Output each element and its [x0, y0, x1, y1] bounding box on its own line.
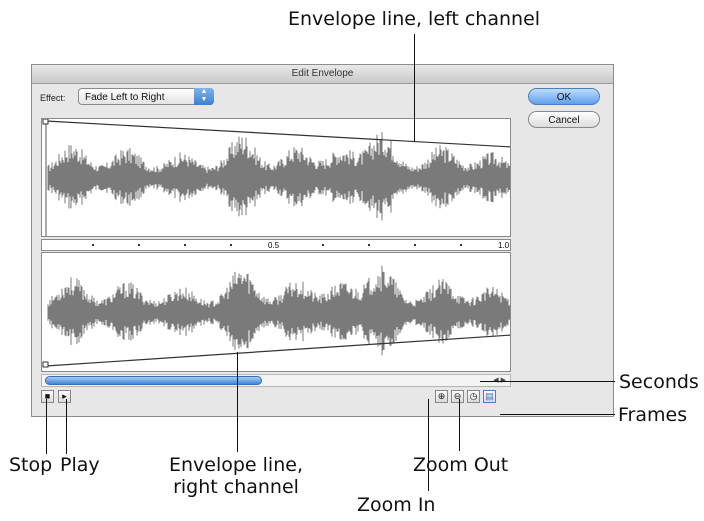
time-ruler: 0.5 1.0: [41, 239, 511, 251]
leader-play: [66, 399, 67, 454]
seconds-button[interactable]: ◷: [467, 390, 480, 403]
ruler-tick: [230, 244, 232, 246]
waveform-path: [47, 132, 510, 221]
effect-label: Effect:: [40, 93, 66, 103]
callout-zoom-in: Zoom In: [357, 494, 436, 516]
right-channel-waveform[interactable]: [41, 252, 511, 372]
waveform-right: [47, 265, 510, 356]
horizontal-scrollbar[interactable]: ◀ ▶: [41, 374, 511, 387]
zoom-in-icon: ⊕: [437, 391, 446, 401]
envelope-line-left[interactable]: [45, 120, 511, 148]
envelope-line-right[interactable]: [45, 334, 511, 367]
callout-envelope-right-line2: right channel: [173, 476, 299, 498]
frames-button[interactable]: ▤: [483, 390, 496, 403]
dialog-title: Edit Envelope: [32, 65, 613, 84]
callout-seconds: Seconds: [619, 371, 699, 393]
ruler-tick: [138, 244, 140, 246]
leader-stop: [46, 399, 47, 454]
frames-icon: ▤: [485, 391, 494, 401]
edit-envelope-dialog: Edit Envelope Effect: Fade Left to Right…: [31, 64, 614, 417]
ruler-tick: [184, 244, 186, 246]
waveform-path: [47, 265, 510, 356]
callout-envelope-right: Envelope line, right channel: [155, 454, 317, 498]
clock-icon: ◷: [469, 391, 478, 401]
ruler-tick: [92, 244, 94, 246]
waveform-left: [47, 132, 510, 221]
leader-frames: [500, 414, 615, 415]
envelope-handle-right[interactable]: [42, 361, 49, 368]
leader-seconds: [480, 381, 615, 382]
leader-zoom-out: [459, 399, 460, 451]
ruler-label-mid: 0.5: [268, 241, 280, 250]
scrollbar-thumb[interactable]: [45, 376, 262, 385]
ruler-tick: [414, 244, 416, 246]
effect-dropdown[interactable]: Fade Left to Right ▲ ▼: [78, 88, 214, 105]
left-channel-waveform[interactable]: [41, 118, 511, 237]
callout-envelope-left: Envelope line, left channel: [288, 8, 541, 30]
callout-frames: Frames: [618, 404, 688, 426]
leader-envelope-left: [414, 34, 415, 142]
callout-envelope-right-line1: Envelope line,: [168, 454, 303, 476]
dropdown-arrows-icon: ▲ ▼: [194, 88, 214, 105]
callout-play: Play: [60, 454, 100, 476]
stop-button[interactable]: ■: [41, 390, 54, 403]
ok-button[interactable]: OK: [528, 88, 600, 105]
zoom-out-icon: ⊖: [453, 391, 462, 401]
ruler-tick: [368, 244, 370, 246]
leader-zoom-in: [428, 399, 429, 491]
right-waveform-svg: [42, 265, 511, 368]
cancel-button[interactable]: Cancel: [528, 111, 600, 128]
effect-value: Fade Left to Right: [85, 92, 165, 103]
callout-stop: Stop: [9, 454, 53, 476]
ruler-label-end: 1.0: [498, 241, 510, 250]
play-button[interactable]: ▸: [58, 390, 71, 403]
zoom-in-button[interactable]: ⊕: [435, 390, 448, 403]
ruler-tick: [322, 244, 324, 246]
ruler-tick: [460, 244, 462, 246]
left-waveform-svg: [42, 119, 511, 236]
zoom-out-button[interactable]: ⊖: [451, 390, 464, 403]
leader-envelope-right: [237, 352, 238, 452]
envelope-handle-left[interactable]: [42, 119, 49, 125]
